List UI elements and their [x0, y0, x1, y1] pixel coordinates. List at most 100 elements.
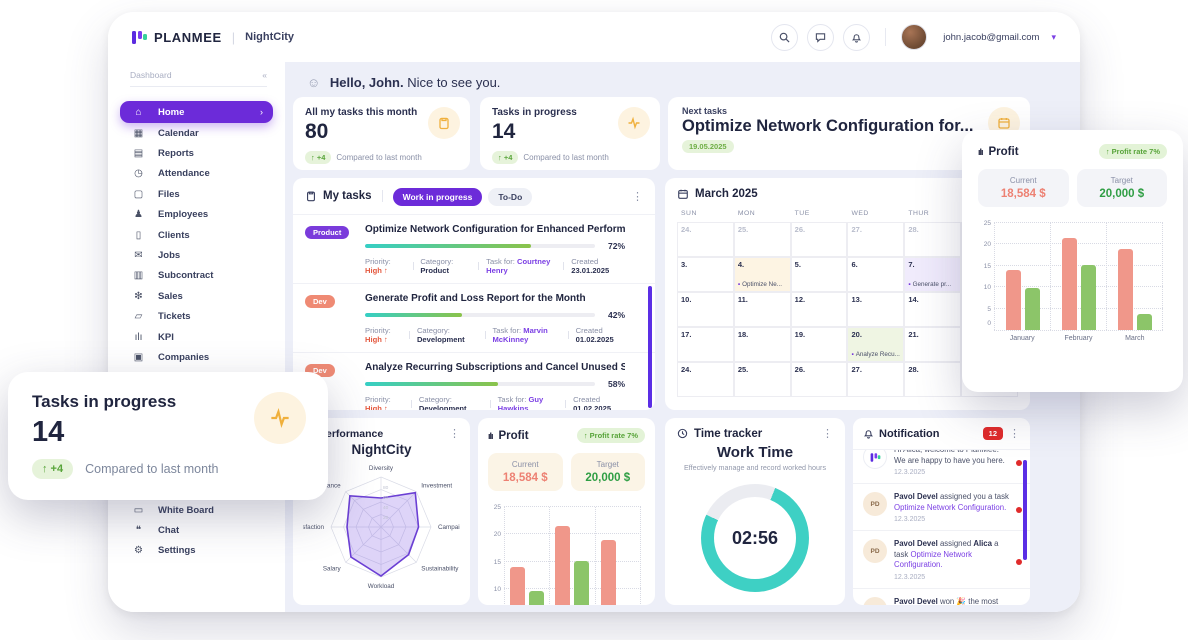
- sidebar-item-reports[interactable]: ▤Reports: [108, 143, 285, 163]
- sidebar-item-clients[interactable]: ▯Clients: [108, 225, 285, 245]
- calendar-cell[interactable]: 26.: [791, 362, 848, 397]
- calendar-cell[interactable]: 18.: [734, 327, 791, 362]
- sidebar-item-home[interactable]: ⌂Home›: [120, 101, 273, 123]
- tasks-in-progress-overlay-card: Tasks in progress 14 ↑ +4 Compared to la…: [8, 372, 328, 500]
- calendar-cell[interactable]: 25.: [734, 222, 791, 257]
- brand[interactable]: PLANMEE: [132, 30, 222, 45]
- user-email[interactable]: john.jacob@gmail.com: [943, 32, 1039, 43]
- clipboard-icon: [428, 107, 460, 139]
- calendar-cell[interactable]: 24.: [677, 362, 734, 397]
- next-task-title[interactable]: Optimize Network Configuration for...: [682, 117, 1016, 136]
- workspace-name[interactable]: NightCity: [245, 31, 294, 43]
- calendar-cell[interactable]: 25.: [734, 362, 791, 397]
- chevron-down-icon[interactable]: ▾: [1051, 32, 1056, 43]
- calendar-cell[interactable]: 26.: [791, 222, 848, 257]
- tasks-scrollbar[interactable]: [648, 286, 652, 408]
- notification-item[interactable]: PDPavol Devel assigned Alica a task Opti…: [853, 531, 1030, 589]
- task-meta: Priority: High ↑Category: DevelopmentTas…: [365, 395, 625, 410]
- sidebar-item-sales[interactable]: ❇Sales: [108, 286, 285, 306]
- sidebar-item-calendar[interactable]: ▦ Calendar: [108, 123, 285, 143]
- sidebar-item-subcontract[interactable]: ▥Subcontract: [108, 266, 285, 286]
- calendar-event[interactable]: ▪Analyze Recu...: [851, 351, 900, 358]
- calendar-cell[interactable]: 28.: [904, 222, 961, 257]
- my-tasks-title: My tasks: [323, 190, 372, 202]
- calendar-cell[interactable]: 6.: [847, 257, 904, 292]
- calendar-cell[interactable]: 11.: [734, 292, 791, 327]
- bell-icon: [851, 32, 862, 43]
- search-button[interactable]: [771, 24, 798, 51]
- sidebar-item-employees[interactable]: ♟Employees: [108, 205, 285, 225]
- task-row[interactable]: DevGenerate Profit and Loss Report for t…: [293, 284, 655, 353]
- tab-work-in-progress[interactable]: Work in progress: [393, 188, 483, 206]
- kebab-menu-icon[interactable]: ⋮: [1009, 427, 1020, 440]
- category-label: Category: Development: [417, 326, 478, 344]
- calendar-cell[interactable]: 12.: [791, 292, 848, 327]
- progress-percent: 72%: [603, 241, 625, 251]
- notification-item[interactable]: PDPavol Devel assigned you a task Optimi…: [853, 484, 1030, 531]
- calendar-cell[interactable]: 14.: [904, 292, 961, 327]
- calendar-event[interactable]: ▪Optimize Ne...: [738, 281, 787, 288]
- user-avatar[interactable]: [901, 24, 927, 50]
- calendar-cell[interactable]: 20.▪Analyze Recu...: [847, 327, 904, 362]
- kebab-menu-icon[interactable]: ⋮: [822, 427, 833, 440]
- sidebar-item-attendance[interactable]: ◷Attendance: [108, 164, 285, 184]
- calendar-cell[interactable]: 7.▪Generate pr...: [904, 257, 961, 292]
- notification-text: Pavol Devel assigned you a task Optimize…: [894, 492, 1010, 513]
- calendar-cell[interactable]: 27.: [847, 222, 904, 257]
- calendar-cell[interactable]: 19.: [791, 327, 848, 362]
- sidebar-item-companies[interactable]: ▣Companies: [108, 347, 285, 367]
- calendar-cell[interactable]: 27.: [847, 362, 904, 397]
- unread-dot: [1016, 507, 1022, 513]
- calendar-icon: ▦: [132, 128, 145, 139]
- messages-button[interactable]: [807, 24, 834, 51]
- sidebar-item-chat[interactable]: ❝Chat: [108, 520, 285, 540]
- notification-text: Pavol Devel assigned Alica a task Optimi…: [894, 539, 1010, 571]
- notification-scrollbar[interactable]: [1023, 460, 1027, 560]
- sidebar-item-settings[interactable]: ⚙Settings: [108, 541, 285, 561]
- sidebar-item-label: Calendar: [158, 128, 199, 139]
- pulse-icon: [254, 392, 306, 444]
- calendar-cell[interactable]: 10.: [677, 292, 734, 327]
- time-tracker-card: Time tracker ⋮ Work Time Effectively man…: [665, 418, 845, 605]
- calendar-cell[interactable]: 28.: [904, 362, 961, 397]
- progress-fill: [365, 313, 462, 317]
- collapse-sidebar-icon[interactable]: «: [262, 70, 267, 80]
- sidebar-item-tickets[interactable]: ▱Tickets: [108, 307, 285, 327]
- y-tick-label: 15: [979, 263, 991, 270]
- overlay-delta-badge: ↑ +4: [32, 459, 73, 479]
- next-task-label: Next tasks: [682, 106, 1016, 116]
- radar-axis-label: Salary: [323, 566, 342, 573]
- calendar-cell[interactable]: 5.: [791, 257, 848, 292]
- notifications-button[interactable]: [843, 24, 870, 51]
- calendar-cell[interactable]: 24.: [677, 222, 734, 257]
- progress-track: [365, 244, 595, 248]
- task-row[interactable]: ProductOptimize Network Configuration fo…: [293, 215, 655, 284]
- y-tick-label: 20: [979, 241, 991, 248]
- home-icon: ⌂: [132, 107, 145, 118]
- task-row[interactable]: DevAnalyze Recurring Subscriptions and C…: [293, 353, 655, 410]
- calendar-cell[interactable]: 13.: [847, 292, 904, 327]
- kebab-menu-icon[interactable]: ⋮: [632, 190, 643, 203]
- sidebar-item-label: Chat: [158, 525, 179, 536]
- notification-item[interactable]: PDPavol Devel won 🎉 the most annoying co…: [853, 589, 1030, 605]
- tab-to-do[interactable]: To-Do: [488, 188, 532, 206]
- sidebar-item-white-board[interactable]: ▭White Board: [108, 500, 285, 520]
- sidebar-item-label: Employees: [158, 209, 208, 220]
- bar-groups: [994, 223, 1163, 330]
- sidebar-item-files[interactable]: ▢Files: [108, 184, 285, 204]
- brand-divider: |: [232, 30, 235, 45]
- calendar-cell[interactable]: 21.: [904, 327, 961, 362]
- bars-icon: ılı: [488, 431, 493, 441]
- bar-target: [1081, 265, 1096, 330]
- stat-delta-badge: ↑ +4: [305, 151, 331, 164]
- calendar-event[interactable]: ▪Generate pr...: [908, 281, 957, 288]
- calendar-cell[interactable]: 17.: [677, 327, 734, 362]
- kebab-menu-icon[interactable]: ⋮: [449, 427, 460, 440]
- sidebar-item-kpi[interactable]: ılıKPI: [108, 327, 285, 347]
- calendar-cell[interactable]: 4.▪Optimize Ne...: [734, 257, 791, 292]
- sidebar-item-jobs[interactable]: ✉Jobs: [108, 245, 285, 265]
- radar-axis-label: Workload: [368, 583, 395, 590]
- target-box: Target 20,000 $: [1077, 169, 1168, 207]
- bar-current: [1006, 270, 1021, 330]
- calendar-cell[interactable]: 3.: [677, 257, 734, 292]
